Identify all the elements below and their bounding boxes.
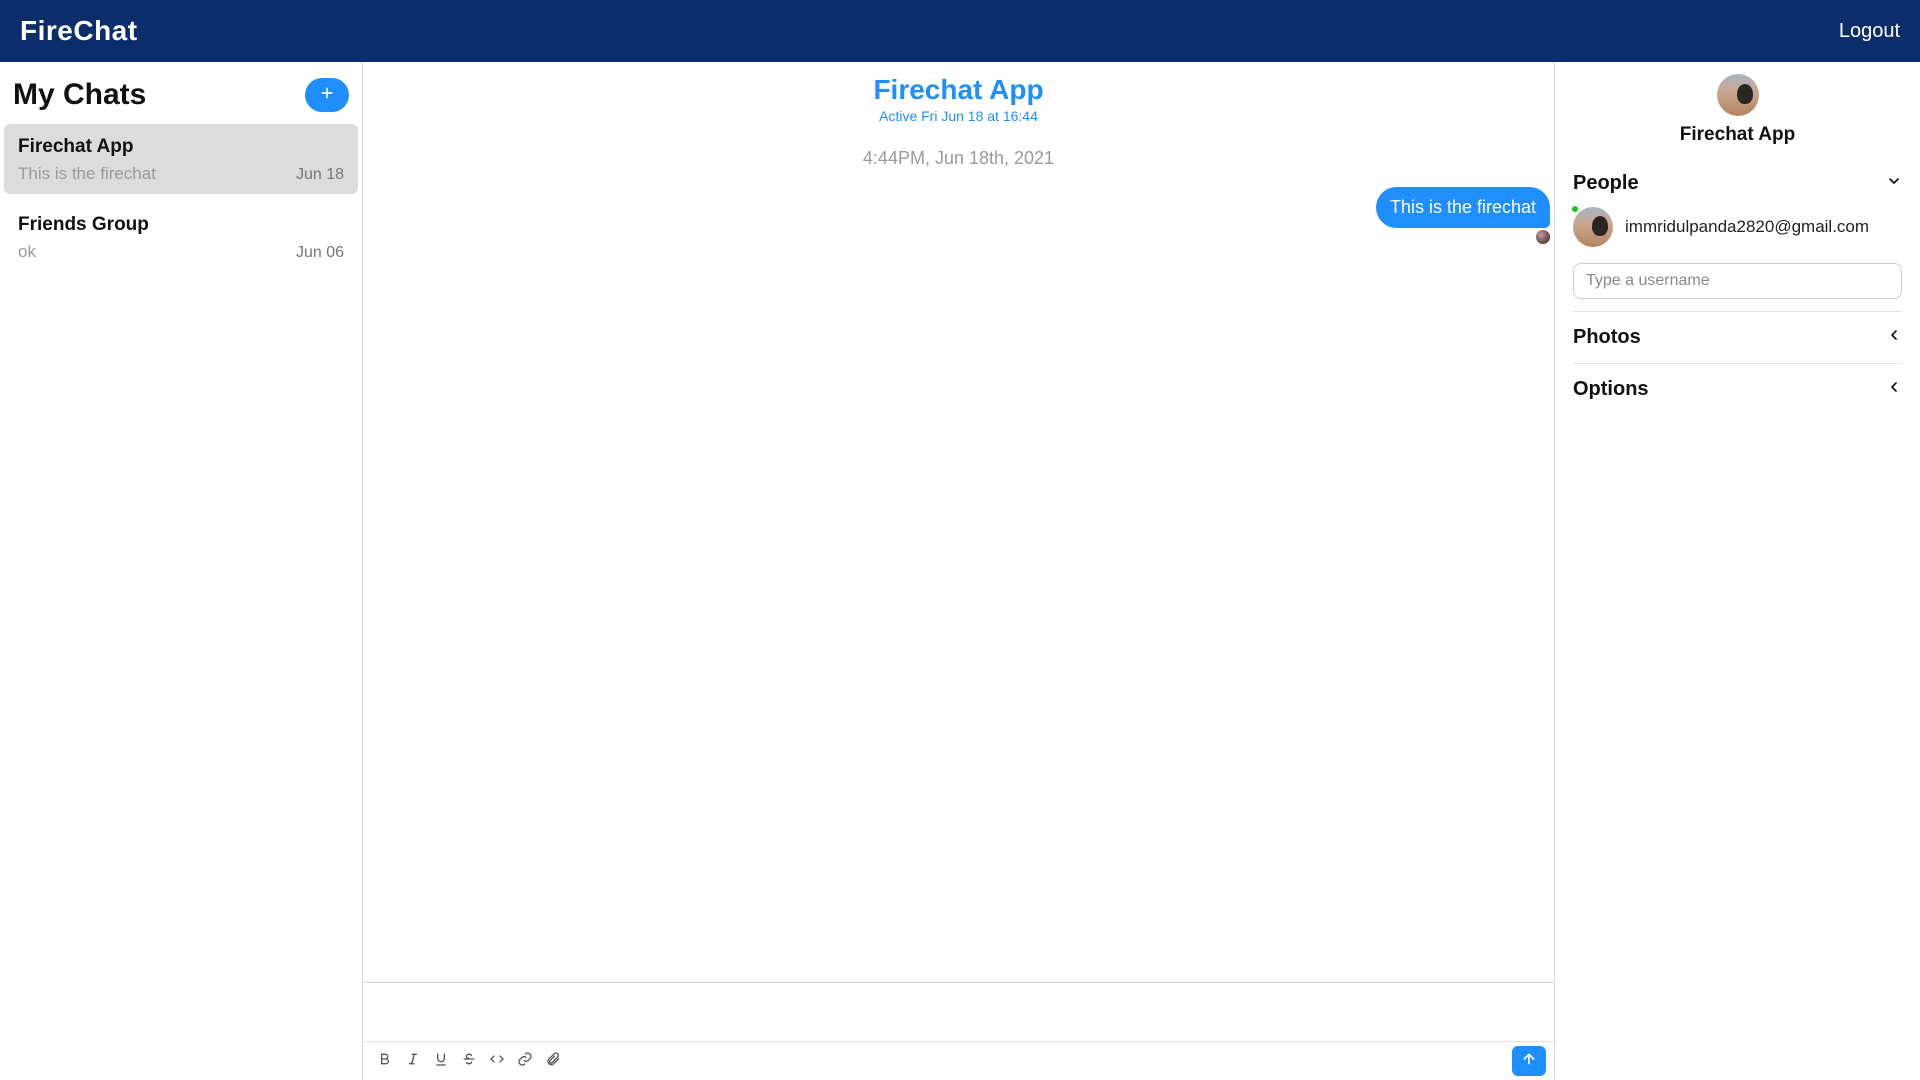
message-input[interactable] <box>363 983 1554 1041</box>
logout-button[interactable]: Logout <box>1839 20 1900 43</box>
message-list[interactable]: 4:44PM, Jun 18th, 2021 This is the firec… <box>363 128 1554 982</box>
italic-icon <box>405 1051 421 1072</box>
sidebar: My Chats Firechat App This is the firech… <box>0 62 363 1080</box>
message-bubble: This is the firechat <box>1376 187 1550 228</box>
person-email: immridulpanda2820@gmail.com <box>1625 217 1869 237</box>
people-section-toggle[interactable]: People <box>1573 166 1902 201</box>
send-button[interactable] <box>1512 1046 1546 1076</box>
person-row[interactable]: immridulpanda2820@gmail.com <box>1573 201 1902 257</box>
chat-pane: Firechat App Active Fri Jun 18 at 16:44 … <box>363 62 1555 1080</box>
sidebar-title: My Chats <box>13 78 146 112</box>
add-user-input[interactable] <box>1573 263 1902 299</box>
day-separator: 4:44PM, Jun 18th, 2021 <box>365 148 1552 169</box>
code-button[interactable] <box>483 1047 511 1075</box>
strike-button[interactable] <box>455 1047 483 1075</box>
section-title: Photos <box>1573 326 1641 349</box>
people-section: People immridulpanda2820@gmail.com <box>1573 158 1902 312</box>
arrow-up-icon <box>1521 1051 1537 1072</box>
options-section-toggle[interactable]: Options <box>1573 372 1902 407</box>
chat-activity-subtitle: Active Fri Jun 18 at 16:44 <box>363 108 1554 124</box>
italic-button[interactable] <box>399 1047 427 1075</box>
photos-section: Photos <box>1573 312 1902 364</box>
chat-item-preview: ok <box>18 242 36 262</box>
message-row: This is the firechat <box>365 187 1552 228</box>
details-panel: Firechat App People immridulpanda2820@gm… <box>1555 62 1920 1080</box>
bold-button[interactable] <box>371 1047 399 1075</box>
chat-avatar <box>1717 74 1759 116</box>
chat-item-date: Jun 06 <box>296 244 344 262</box>
chevron-down-icon <box>1886 173 1902 194</box>
section-title: Options <box>1573 378 1649 401</box>
avatar <box>1573 207 1613 247</box>
underline-icon <box>433 1051 449 1072</box>
chat-title: Firechat App <box>363 74 1554 106</box>
topbar: FireChat Logout <box>0 0 1920 62</box>
chat-item-preview: This is the firechat <box>18 164 156 184</box>
underline-button[interactable] <box>427 1047 455 1075</box>
code-icon <box>489 1051 505 1072</box>
options-section: Options <box>1573 364 1902 415</box>
section-title: People <box>1573 172 1639 195</box>
format-toolbar <box>363 1041 1554 1080</box>
chevron-left-icon <box>1886 327 1902 348</box>
chat-item-date: Jun 18 <box>296 166 344 184</box>
strike-icon <box>461 1051 477 1072</box>
photos-section-toggle[interactable]: Photos <box>1573 320 1902 355</box>
attach-button[interactable] <box>539 1047 567 1075</box>
new-chat-button[interactable] <box>305 78 349 112</box>
paperclip-icon <box>545 1051 561 1072</box>
brand-name: FireChat <box>20 15 138 47</box>
message-seen-avatar <box>365 230 1552 244</box>
chat-item-firechat-app[interactable]: Firechat App This is the firechat Jun 18 <box>4 124 358 194</box>
chat-item-name: Friends Group <box>18 214 344 236</box>
chat-item-name: Firechat App <box>18 136 344 158</box>
avatar-icon <box>1536 230 1550 244</box>
link-icon <box>517 1051 533 1072</box>
presence-online-icon <box>1571 205 1579 213</box>
link-button[interactable] <box>511 1047 539 1075</box>
chat-item-friends-group[interactable]: Friends Group ok Jun 06 <box>4 202 358 272</box>
composer <box>363 982 1554 1080</box>
details-title: Firechat App <box>1573 124 1902 146</box>
bold-icon <box>377 1051 393 1072</box>
plus-icon <box>319 85 335 106</box>
chevron-left-icon <box>1886 379 1902 400</box>
